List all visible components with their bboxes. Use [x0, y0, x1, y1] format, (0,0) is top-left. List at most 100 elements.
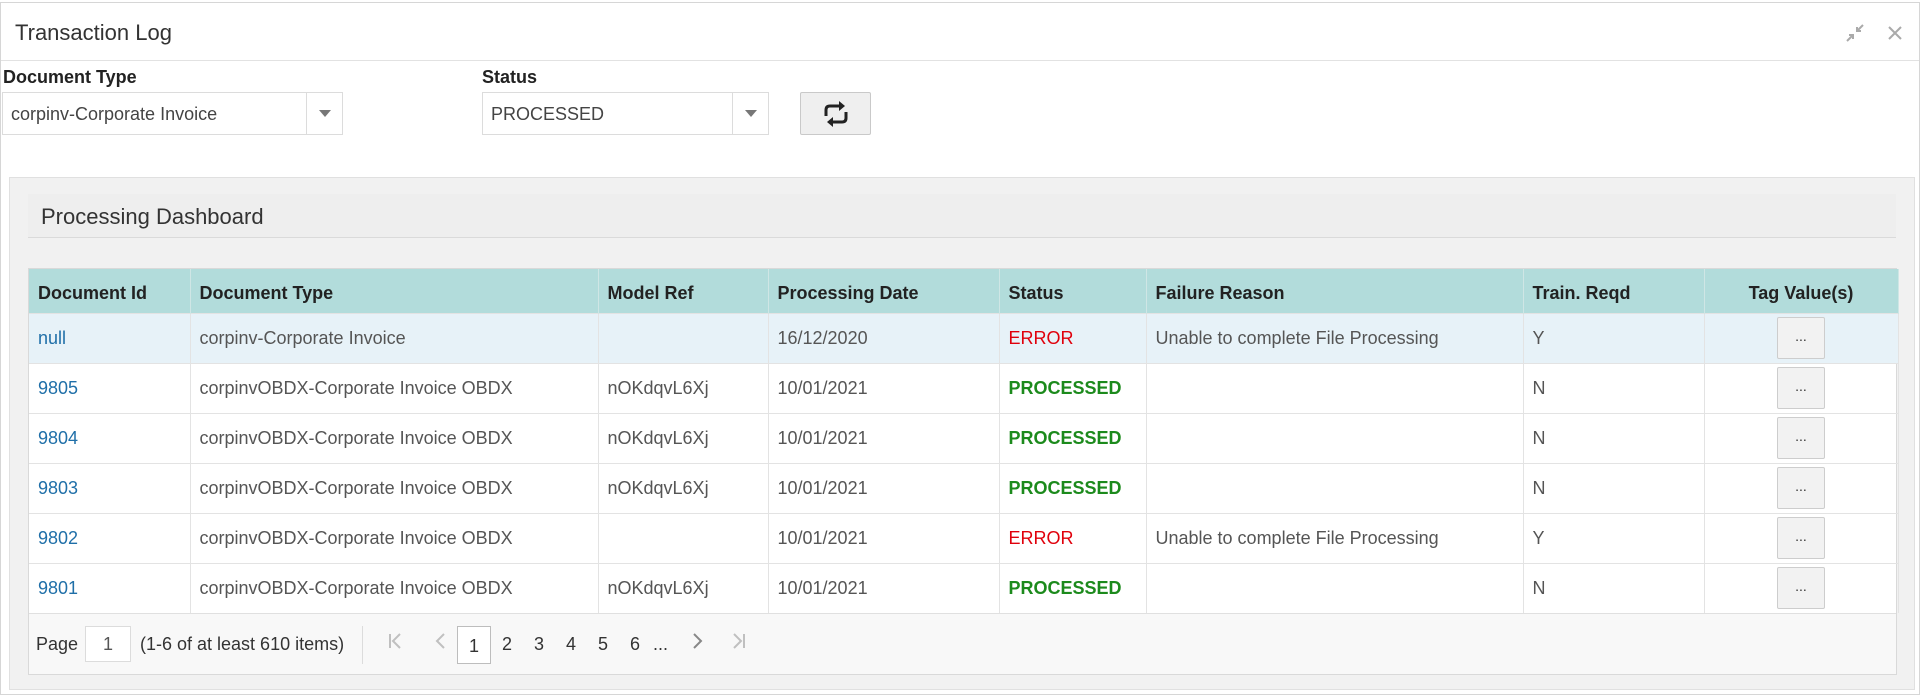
model-ref-cell	[598, 312, 769, 363]
document-type-cell: corpinvOBDX-Corporate Invoice OBDX	[190, 512, 599, 563]
table-header-row: Document Id Document Type Model Ref Proc…	[29, 269, 1899, 313]
train-reqd-cell: N	[1523, 362, 1705, 413]
pager-divider	[362, 626, 363, 664]
status-cell: PROCESSED	[999, 562, 1147, 613]
transaction-log-window: Transaction Log Document Type corpinv-Co…	[0, 2, 1920, 695]
pagination-bar: Page (1-6 of at least 610 items) 1 2 3 4…	[29, 613, 1896, 674]
document-type-cell: corpinvOBDX-Corporate Invoice OBDX	[190, 462, 599, 513]
table-row[interactable]: 9803 corpinvOBDX-Corporate Invoice OBDX …	[29, 462, 1899, 513]
transaction-table: Document Id Document Type Model Ref Proc…	[28, 268, 1899, 675]
minimize-icon[interactable]	[1843, 21, 1867, 45]
tag-values-cell: ...	[1704, 562, 1899, 613]
table-row[interactable]: 9805 corpinvOBDX-Corporate Invoice OBDX …	[29, 362, 1899, 413]
status-cell: PROCESSED	[999, 462, 1147, 513]
page-link-1[interactable]: 1	[457, 626, 491, 664]
processing-date-cell: 16/12/2020	[768, 312, 1000, 363]
tag-values-cell: ...	[1704, 512, 1899, 563]
status-cell: PROCESSED	[999, 362, 1147, 413]
refresh-button[interactable]	[800, 92, 871, 135]
dashboard-title: Processing Dashboard	[41, 204, 264, 229]
failure-reason-cell	[1146, 362, 1524, 413]
model-ref-cell: nOKdqvL6Xj	[598, 412, 769, 463]
status-dropdown-toggle[interactable]	[732, 93, 768, 134]
filter-bar: Document Type corpinv-Corporate Invoice …	[1, 61, 1919, 176]
page-link-6[interactable]: 6	[630, 634, 640, 655]
failure-reason-cell: Unable to complete File Processing	[1146, 312, 1524, 363]
status-cell: PROCESSED	[999, 412, 1147, 463]
tag-values-cell: ...	[1704, 462, 1899, 513]
col-header-failure-reason[interactable]: Failure Reason	[1146, 269, 1524, 313]
table-row[interactable]: 9802 corpinvOBDX-Corporate Invoice OBDX …	[29, 512, 1899, 563]
document-type-cell: corpinvOBDX-Corporate Invoice OBDX	[190, 362, 599, 413]
tag-values-button[interactable]: ...	[1777, 467, 1825, 509]
tag-values-cell: ...	[1704, 362, 1899, 413]
chevron-down-icon	[745, 110, 757, 117]
first-page-icon[interactable]	[387, 631, 403, 657]
processing-date-cell: 10/01/2021	[768, 362, 1000, 413]
document-id-link[interactable]: 9801	[38, 578, 78, 598]
close-icon[interactable]	[1883, 21, 1907, 45]
col-header-document-type[interactable]: Document Type	[190, 269, 599, 313]
tag-values-button[interactable]: ...	[1777, 417, 1825, 459]
status-cell: ERROR	[999, 512, 1147, 563]
document-type-label: Document Type	[3, 67, 137, 87]
table-row[interactable]: 9804 corpinvOBDX-Corporate Invoice OBDX …	[29, 412, 1899, 463]
failure-reason-cell: Unable to complete File Processing	[1146, 512, 1524, 563]
train-reqd-cell: Y	[1523, 312, 1705, 363]
document-id-link[interactable]: 9802	[38, 528, 78, 548]
next-page-icon[interactable]	[689, 631, 705, 657]
prev-page-icon[interactable]	[433, 631, 449, 657]
document-type-value: corpinv-Corporate Invoice	[11, 104, 218, 124]
failure-reason-cell	[1146, 462, 1524, 513]
table-row[interactable]: null corpinv-Corporate Invoice 16/12/202…	[29, 312, 1899, 363]
table-row[interactable]: 9801 corpinvOBDX-Corporate Invoice OBDX …	[29, 562, 1899, 613]
model-ref-cell: nOKdqvL6Xj	[598, 462, 769, 513]
refresh-icon	[824, 101, 848, 127]
document-id-link[interactable]: null	[38, 328, 66, 348]
processing-date-cell: 10/01/2021	[768, 462, 1000, 513]
page-number-input[interactable]	[85, 626, 131, 662]
col-header-train-reqd[interactable]: Train. Reqd	[1523, 269, 1705, 313]
window-title: Transaction Log	[15, 20, 172, 45]
processing-date-cell: 10/01/2021	[768, 562, 1000, 613]
col-header-tag-values[interactable]: Tag Value(s)	[1704, 269, 1899, 313]
model-ref-cell: nOKdqvL6Xj	[598, 562, 769, 613]
train-reqd-cell: N	[1523, 462, 1705, 513]
title-bar: Transaction Log	[1, 3, 1919, 61]
document-id-link[interactable]: 9805	[38, 378, 78, 398]
tag-values-button[interactable]: ...	[1777, 367, 1825, 409]
status-select[interactable]: PROCESSED	[482, 92, 769, 135]
train-reqd-cell: N	[1523, 412, 1705, 463]
page-link-3[interactable]: 3	[534, 634, 544, 655]
document-type-dropdown-toggle[interactable]	[306, 93, 342, 134]
page-ellipsis[interactable]: ...	[653, 634, 668, 655]
last-page-icon[interactable]	[731, 631, 747, 657]
page-link-2[interactable]: 2	[502, 634, 512, 655]
col-header-processing-date[interactable]: Processing Date	[768, 269, 1000, 313]
document-id-link[interactable]: 9803	[38, 478, 78, 498]
failure-reason-cell	[1146, 412, 1524, 463]
document-type-select[interactable]: corpinv-Corporate Invoice	[2, 92, 343, 135]
col-header-document-id[interactable]: Document Id	[29, 269, 191, 313]
document-type-cell: corpinvOBDX-Corporate Invoice OBDX	[190, 562, 599, 613]
col-header-status[interactable]: Status	[999, 269, 1147, 313]
page-link-5[interactable]: 5	[598, 634, 608, 655]
col-header-model-ref[interactable]: Model Ref	[598, 269, 769, 313]
document-type-cell: corpinvOBDX-Corporate Invoice OBDX	[190, 412, 599, 463]
status-label: Status	[482, 67, 538, 87]
dashboard-header: Processing Dashboard	[28, 194, 1896, 238]
model-ref-cell	[598, 512, 769, 563]
tag-values-button[interactable]: ...	[1777, 317, 1825, 359]
page-link-4[interactable]: 4	[566, 634, 576, 655]
failure-reason-cell	[1146, 562, 1524, 613]
tag-values-button[interactable]: ...	[1777, 517, 1825, 559]
tag-values-button[interactable]: ...	[1777, 567, 1825, 610]
document-type-cell: corpinv-Corporate Invoice	[190, 312, 599, 363]
train-reqd-cell: N	[1523, 562, 1705, 613]
model-ref-cell: nOKdqvL6Xj	[598, 362, 769, 413]
document-id-link[interactable]: 9804	[38, 428, 78, 448]
train-reqd-cell: Y	[1523, 512, 1705, 563]
processing-date-cell: 10/01/2021	[768, 412, 1000, 463]
processing-date-cell: 10/01/2021	[768, 512, 1000, 563]
status-value: PROCESSED	[491, 104, 605, 124]
